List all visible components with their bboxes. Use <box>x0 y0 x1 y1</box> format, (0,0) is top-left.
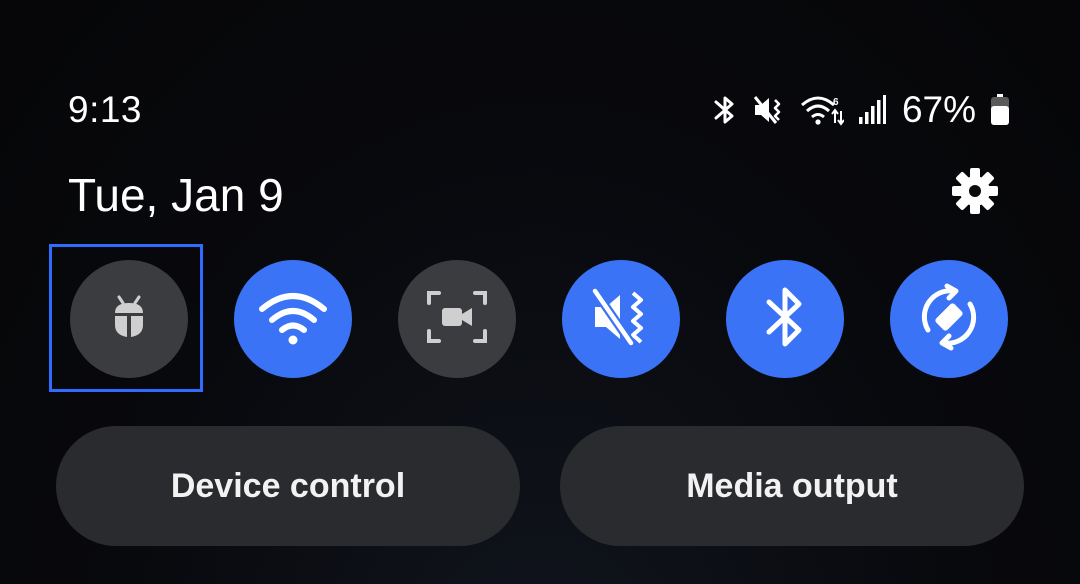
status-bar: 9:13 6 67% <box>0 0 1080 150</box>
date-label: Tue, Jan 9 <box>68 169 284 221</box>
media-output-label: Media output <box>686 466 898 505</box>
wifi-icon <box>258 289 328 350</box>
settings-button[interactable] <box>948 166 1002 220</box>
screen-record-icon <box>425 287 489 352</box>
media-output-button[interactable]: Media output <box>560 426 1024 546</box>
device-control-button[interactable]: Device control <box>56 426 520 546</box>
mute-vibrate-icon <box>752 93 786 127</box>
wifi-tile[interactable] <box>234 260 352 378</box>
clock: 9:13 <box>68 89 143 130</box>
focus-highlight <box>49 244 203 392</box>
status-icons: 6 67% <box>712 88 1010 132</box>
auto-rotate-tile[interactable] <box>890 260 1008 378</box>
rotate-icon <box>914 282 984 357</box>
screen-recorder-tile[interactable] <box>398 260 516 378</box>
bluetooth-tile[interactable] <box>726 260 844 378</box>
signal-icon <box>858 95 886 125</box>
wifi-data-icon: 6 <box>800 93 844 127</box>
gear-icon <box>950 166 1000 221</box>
battery-icon <box>990 94 1010 126</box>
svg-text:6: 6 <box>833 97 839 108</box>
battery-percent: 67% <box>901 89 976 130</box>
mute-vibrate-icon <box>589 285 653 354</box>
bluetooth-icon <box>763 284 807 355</box>
sound-mode-tile[interactable] <box>562 260 680 378</box>
device-control-label: Device control <box>170 466 406 505</box>
bluetooth-icon <box>712 93 738 127</box>
